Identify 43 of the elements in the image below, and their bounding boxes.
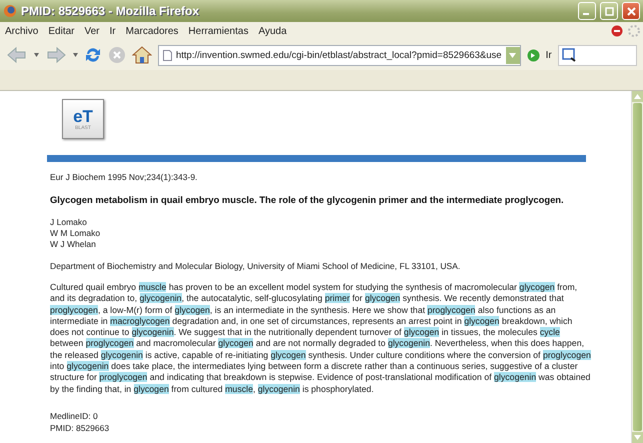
menu-item[interactable]: Ir [106, 26, 123, 36]
close-icon [626, 6, 636, 16]
identifier: MedlineID: 0 [50, 410, 99, 421]
article-title: Glycogen metabolism in quail embryo muscle. The role of the glycogenin primer and the intermediate proglycogen. [50, 194, 565, 205]
dropdown-caret-icon[interactable] [73, 53, 78, 57]
author-name: W M Lomako [50, 228, 102, 238]
scroll-down-icon[interactable] [634, 435, 641, 440]
minimize-button[interactable] [578, 2, 596, 20]
maximize-icon [604, 6, 614, 16]
menu-item[interactable]: Archivo [2, 26, 46, 36]
address-field[interactable]: http://invention.swmed.edu/cgi-bin/etblast/abstract_local?pmid=8529663&use [158, 44, 521, 66]
author-name: J Lomako [50, 217, 88, 227]
scroll-up-icon[interactable] [634, 94, 641, 99]
menu-item[interactable]: Marcadores [122, 26, 186, 36]
go-label[interactable]: Ir [546, 50, 552, 60]
dropdown-caret-icon[interactable] [34, 53, 39, 57]
abstract-text: Cultured quail embryo muscle has proven to be an excellent model system for studying the synthesis of macromolecular glycogen from, and its degradation to, glycogenin, the autocatalytic, self-glucosylating primer for glycogen synthesis. We recently demonstrated that proglycogen, a low-M(r) form of glycogen, is an intermediate in the synthesis. Here we show that proglycogen also functions as an intermediate in macroglycogen degradation and, in one set of circumstances, represents an arrest point in glycogen breakdown, which does not continue to glycogenin. We suggest that in the nutritionally dependent turnover of glycogen in tissues, the molecules cycle between proglycogen and macromolecular glycogen and are not normally degraded to glycogenin. Nevertheless, when this does happen, the released glycogenin is active, capable of re-initiating glycogen synthesis. Under culture conditions where the conversion of proglycogen into glycogenin does take place, the intermediates lying between form a discrete rather than a continuous series, suggestive of a cluster structure for proglycogen and indicating that breakdown is stepwise. Evidence of post-translational modification of glycogenin was obtained by the finding that, in glycogen from cultured muscle, glycogenin is phosphorylated. [50, 282, 592, 395]
stop-sign-icon [611, 25, 623, 37]
reload-icon[interactable] [84, 46, 102, 64]
home-icon[interactable] [132, 46, 152, 64]
window-title: PMID: 8529663 - Mozilla Firefox [21, 4, 200, 18]
caret-icon [509, 52, 516, 58]
menu-item[interactable]: Editar [45, 26, 82, 36]
author-name: W J Whelan [50, 239, 97, 249]
menu-item[interactable]: Ver [81, 26, 106, 36]
close-button[interactable] [622, 2, 640, 20]
maximize-button[interactable] [600, 2, 618, 20]
search-field[interactable] [558, 44, 637, 66]
page-icon [163, 50, 172, 60]
identifier: PMID: 8529663 [50, 422, 110, 433]
throbber-icon [627, 24, 641, 38]
citation: Eur J Biochem 1995 Nov;234(1):343-9. [50, 172, 198, 182]
forward-icon[interactable] [45, 46, 67, 64]
scrollbar[interactable] [631, 91, 643, 443]
menu-item[interactable]: Herramientas [185, 26, 256, 36]
go-icon[interactable] [526, 48, 540, 62]
dropdown-button[interactable] [506, 46, 520, 64]
menu-item[interactable]: Ayuda [255, 26, 294, 36]
stop-icon[interactable] [108, 46, 126, 64]
back-icon[interactable] [6, 46, 28, 64]
search-engine-icon [562, 48, 578, 62]
browser-logo-icon [3, 4, 17, 18]
affiliation: Department of Biochemistry and Molecular Biology, University of Miami School of Medicine, FL 33101, USA. [50, 261, 462, 271]
